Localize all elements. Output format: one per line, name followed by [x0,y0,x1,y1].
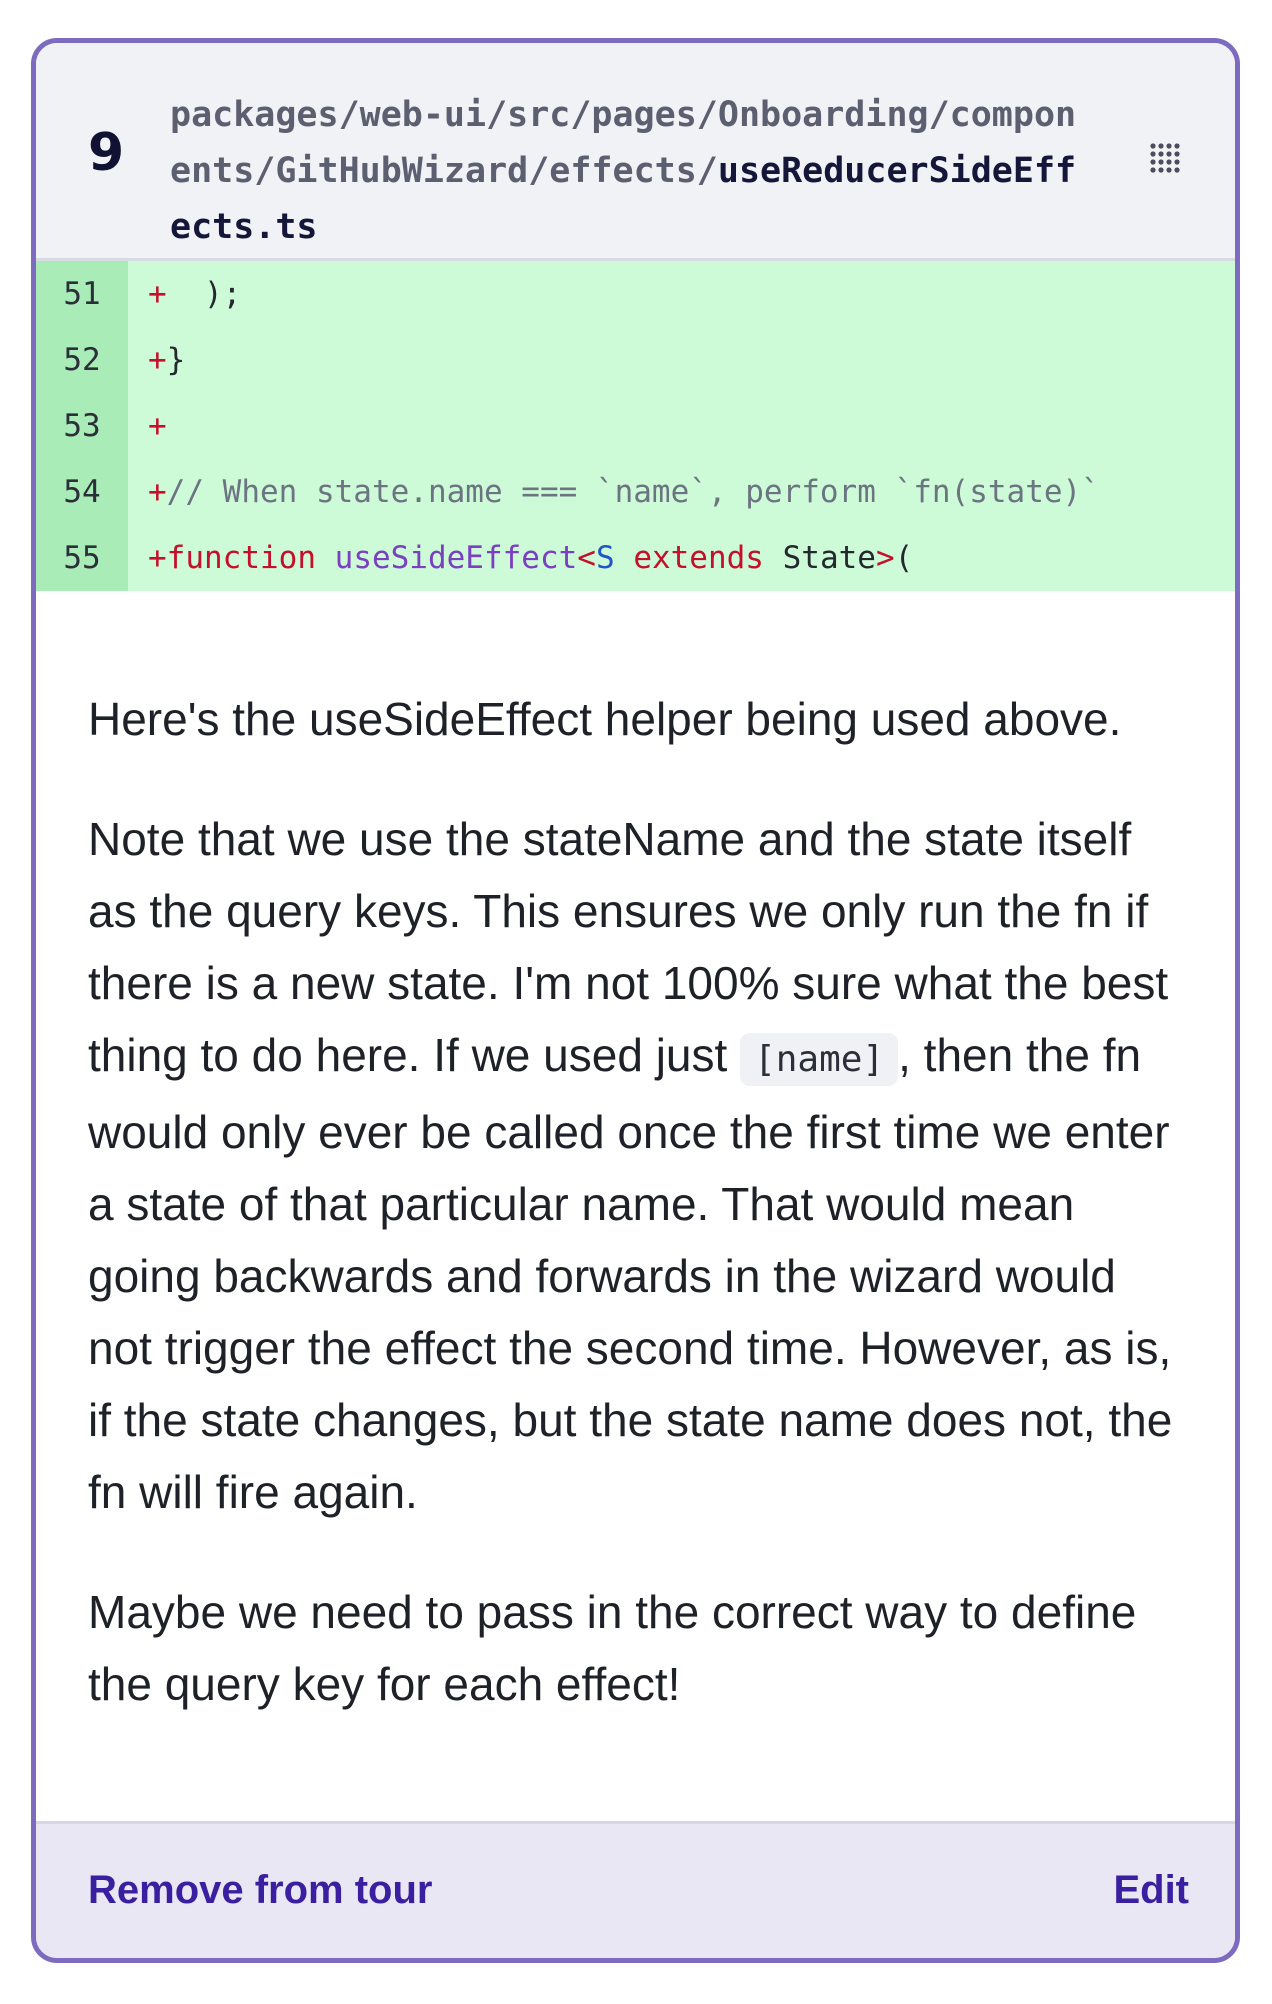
code-text: } [166,342,186,378]
code-type: State [782,540,876,576]
paragraph: Here's the useSideEffect helper being us… [88,693,1122,745]
diff-plus: + [148,540,167,576]
step-footer: Remove from tour Edit [36,1821,1235,1958]
line-number: 55 [36,525,128,591]
paragraph: Note that we use the stateName and the s… [88,803,1188,1528]
line-content: + ); [148,261,241,327]
diff-plus: + [148,276,167,312]
code-function-name: useSideEffect [334,540,578,576]
code-text: ); [166,276,242,312]
code-comment: // When state.name === `name`, perform `… [166,474,1100,510]
code-line: 52 +} [36,327,1235,393]
code-punct: < [577,540,596,576]
step-description: Here's the useSideEffect helper being us… [88,683,1188,1768]
code-snippet: 51 + ); 52 +} 53 + 54 +// When state.nam… [36,261,1235,616]
line-content: + [148,393,167,459]
remove-from-tour-button[interactable]: Remove from tour [88,1866,433,1914]
diff-plus: + [148,342,167,378]
code-punct: ( [894,540,914,576]
code-type-param: S [595,540,615,576]
line-number: 53 [36,393,128,459]
line-content: +} [148,327,185,393]
line-number: 54 [36,459,128,525]
code-punct: > [875,540,895,576]
line-number: 51 [36,261,128,327]
drag-handle-icon[interactable] [1150,143,1180,173]
line-content: +// When state.name === `name`, perform … [148,459,1100,525]
file-path[interactable]: packages/web-ui/src/pages/Onboarding/com… [170,87,1080,255]
diff-plus: + [148,408,167,444]
line-number: 52 [36,327,128,393]
code-line: 51 + ); [36,261,1235,327]
paragraph-text: , then the fn would only ever be called … [88,1029,1173,1518]
paragraph: Maybe we need to pass in the correct way… [88,1586,1137,1710]
tour-step-card: 9 packages/web-ui/src/pages/Onboarding/c… [31,38,1240,1963]
step-header: 9 packages/web-ui/src/pages/Onboarding/c… [36,43,1235,261]
step-number: 9 [88,123,125,183]
code-line: 54 +// When state.name === `name`, perfo… [36,459,1235,525]
code-line: 53 + [36,393,1235,459]
code-line: 55 +function useSideEffect<S extends Sta… [36,525,1235,591]
line-content: +function useSideEffect<S extends State>… [148,525,913,591]
inline-code: [name] [740,1033,899,1086]
edit-button[interactable]: Edit [1113,1866,1189,1914]
diff-plus: + [148,474,167,510]
code-keyword: function [166,540,316,576]
code-keyword: extends [633,540,764,576]
